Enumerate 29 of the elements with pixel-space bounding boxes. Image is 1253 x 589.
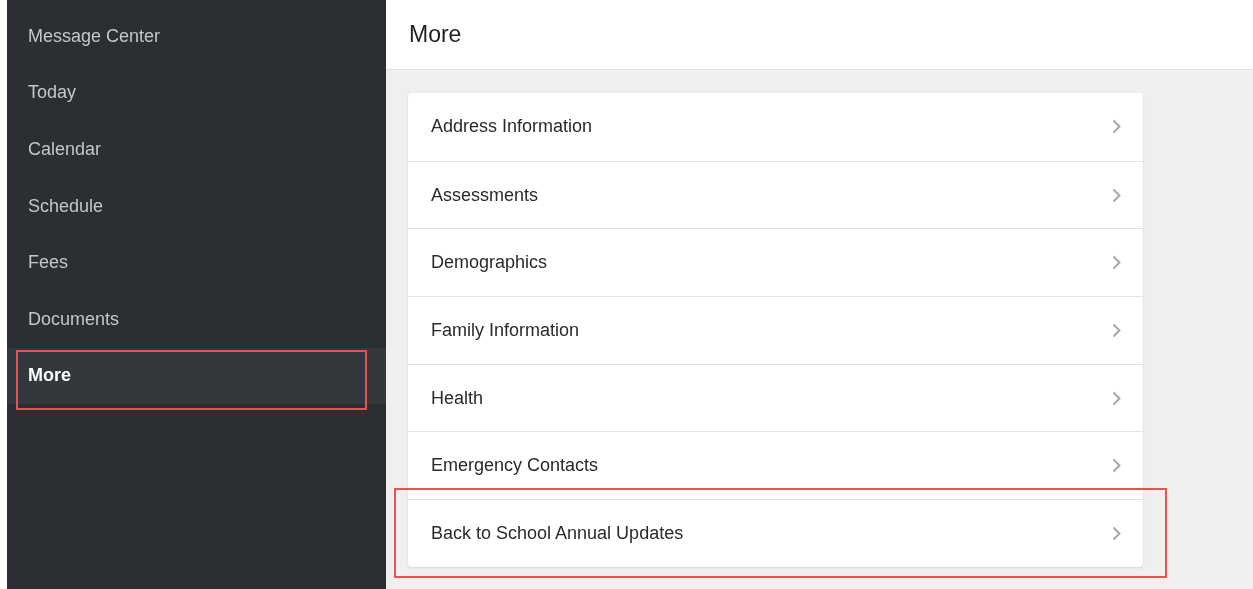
menu-item-label: Family Information — [431, 319, 580, 341]
sidebar-item[interactable]: Calendar — [7, 121, 386, 178]
chevron-right-icon — [1112, 119, 1121, 135]
menu-item-label: Address Information — [431, 116, 593, 138]
sidebar-item[interactable]: Message Center — [7, 8, 386, 65]
sidebar-item[interactable]: Schedule — [7, 177, 386, 235]
menu-item-label: Health — [431, 387, 484, 409]
menu-item-label: Back to School Annual Updates — [431, 522, 684, 544]
menu-item-label: Emergency Contacts — [431, 455, 599, 477]
menu-item-label: Assessments — [431, 184, 539, 206]
menu-item[interactable]: Address Information — [408, 93, 1143, 161]
chevron-right-icon — [1112, 390, 1121, 406]
chevron-right-icon — [1112, 255, 1121, 271]
menu-item[interactable]: Emergency Contacts — [408, 431, 1143, 500]
menu-item[interactable]: Family Information — [408, 296, 1143, 364]
chevron-right-icon — [1112, 525, 1121, 541]
chevron-right-icon — [1112, 322, 1121, 338]
menu-item[interactable]: Back to School Annual Updates — [408, 499, 1143, 567]
sidebar-item[interactable]: Today — [7, 64, 386, 122]
chevron-right-icon — [1112, 187, 1121, 203]
menu-item[interactable]: Demographics — [408, 228, 1143, 297]
page-title: More — [409, 21, 462, 48]
menu-item[interactable]: Assessments — [408, 160, 1143, 229]
chevron-right-icon — [1112, 458, 1121, 474]
menu-item[interactable]: Health — [408, 363, 1143, 432]
menu-item-label: Demographics — [431, 252, 548, 274]
sidebar-item[interactable]: Fees — [7, 234, 386, 291]
sidebar-item[interactable]: Documents — [7, 290, 386, 348]
sidebar-item[interactable]: More — [7, 347, 386, 405]
